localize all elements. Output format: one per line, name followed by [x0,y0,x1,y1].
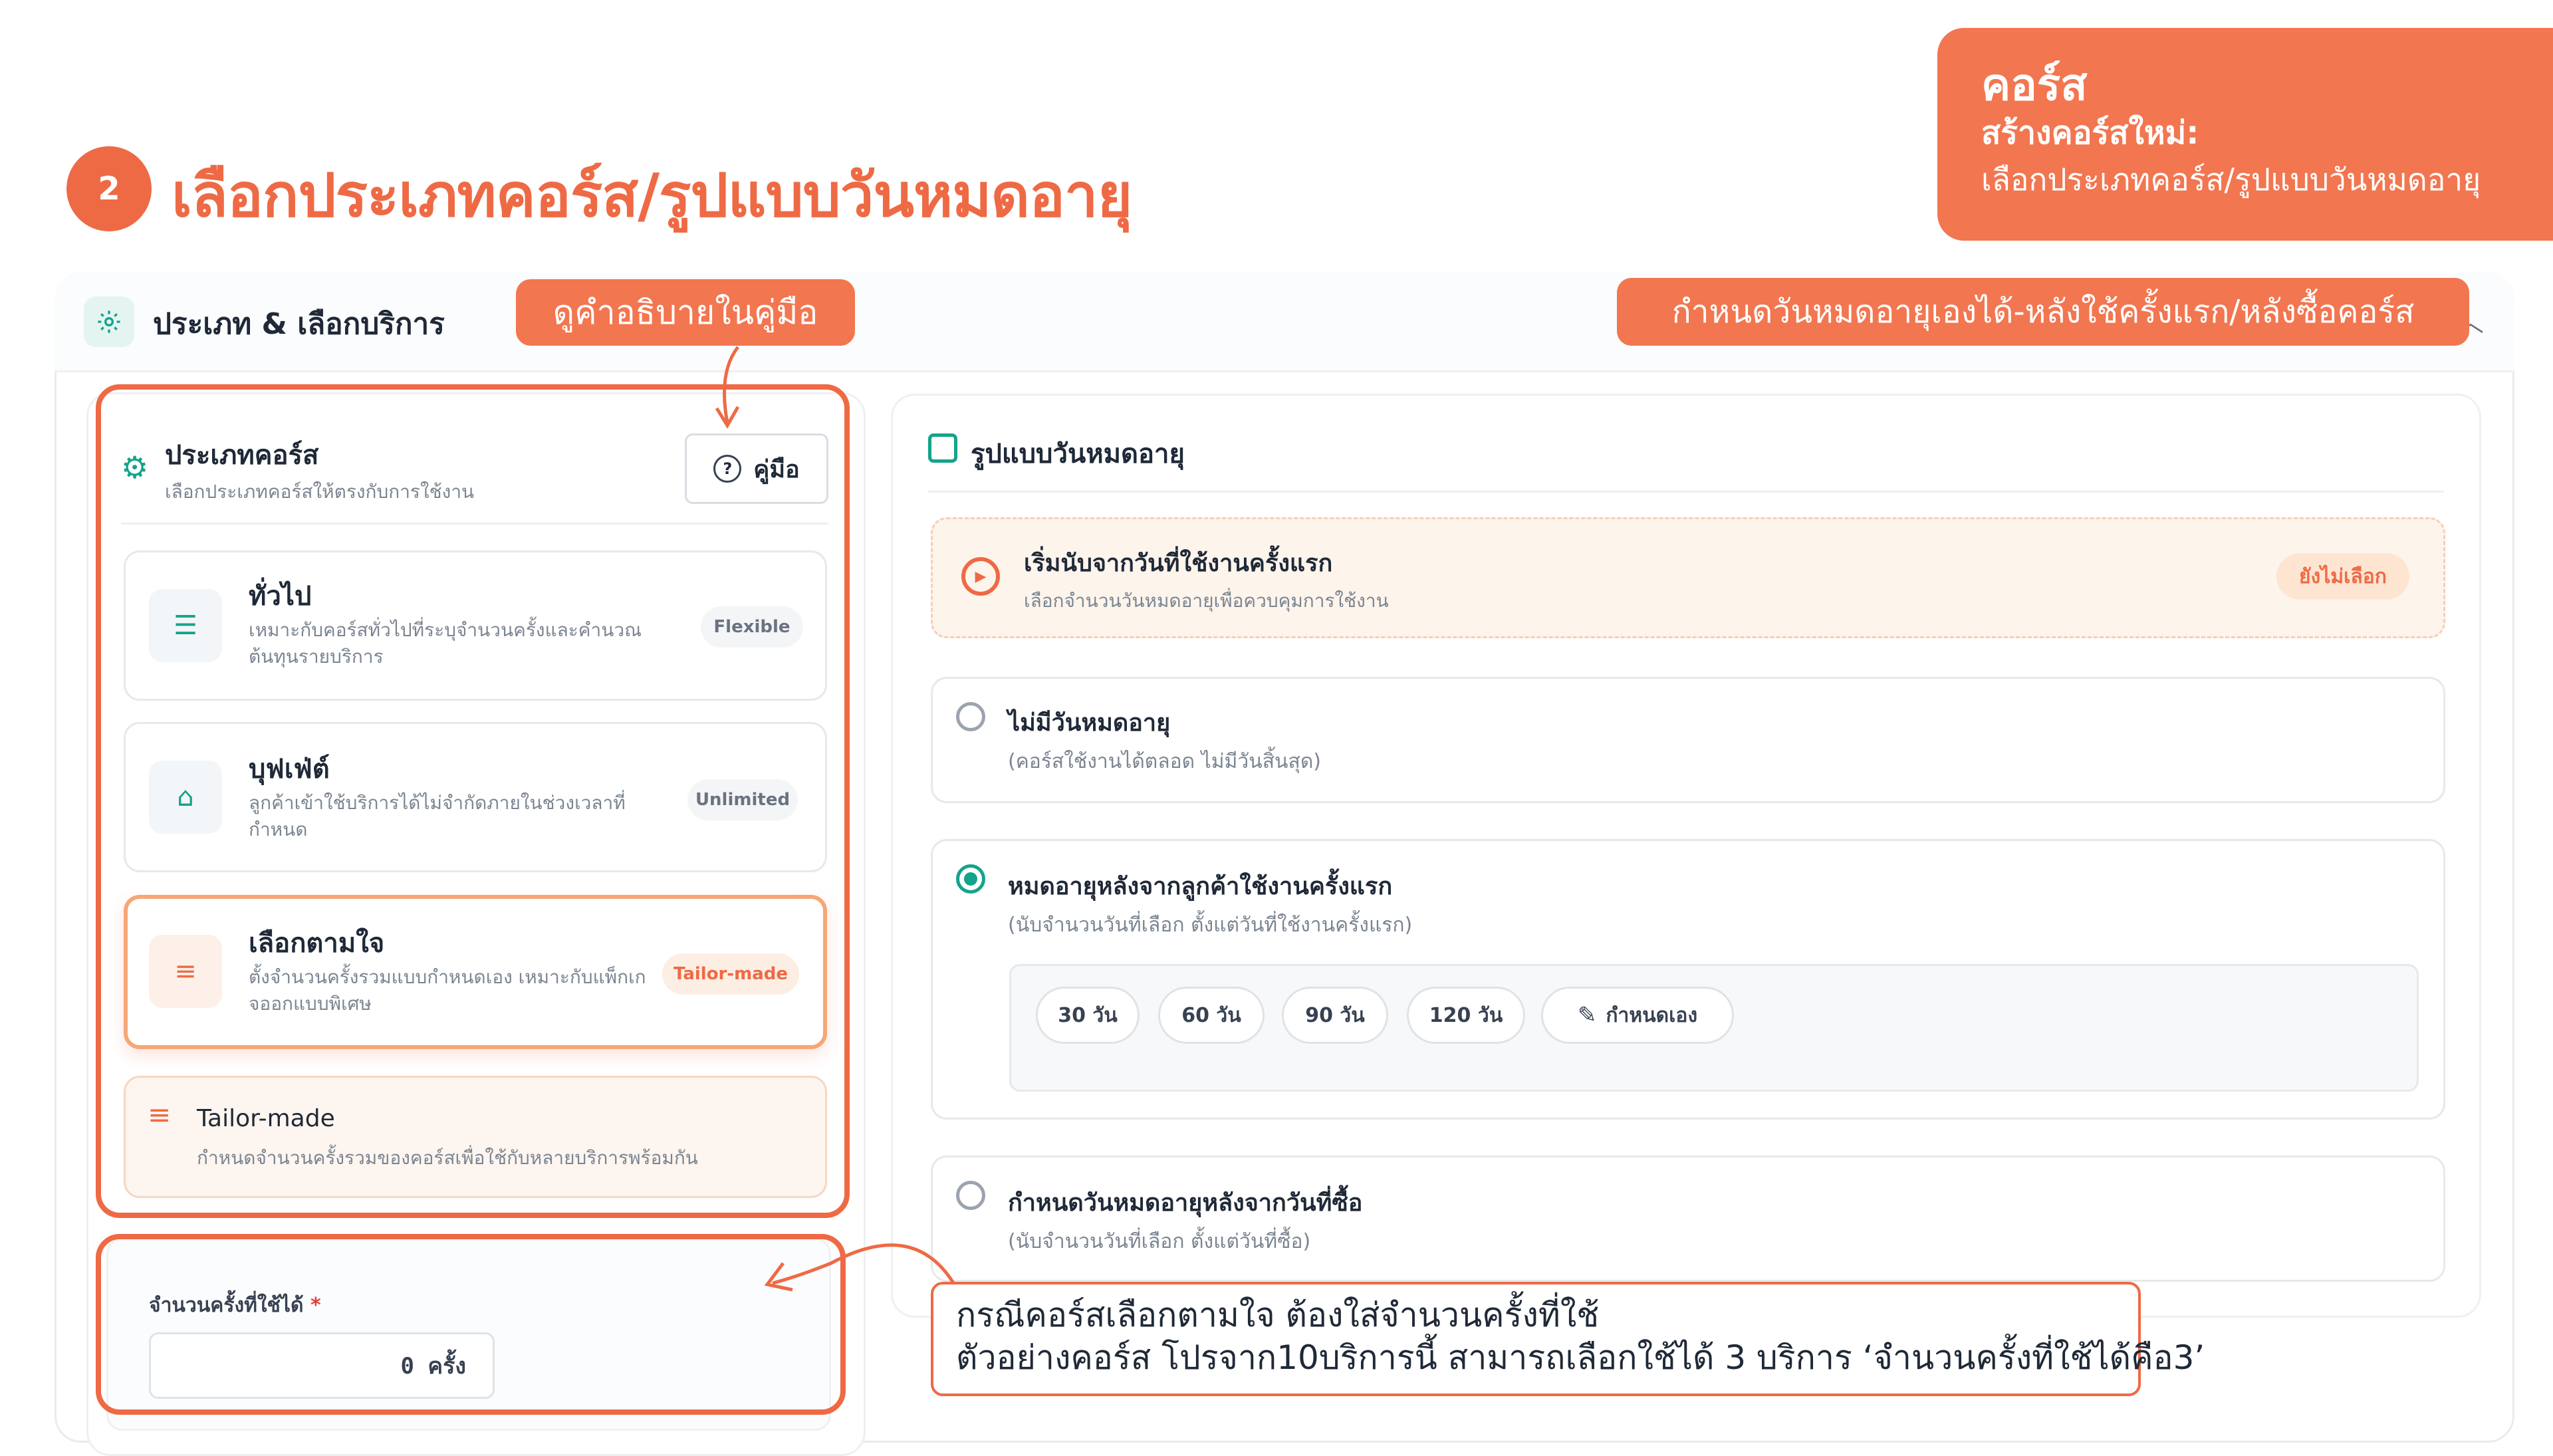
note-line-1: กรณีคอร์สเลือกตามใจ ต้องใส่จำนวนครั้งที่… [956,1296,1600,1334]
annotation-arrows [715,346,959,1292]
usage-count-note: กรณีคอร์สเลือกตามใจ ต้องใส่จำนวนครั้งที่… [931,1282,2205,1396]
note-line-2: ตัวอย่างคอร์ส โปรจาก10บริการนี้ สามารถเล… [956,1338,2205,1377]
